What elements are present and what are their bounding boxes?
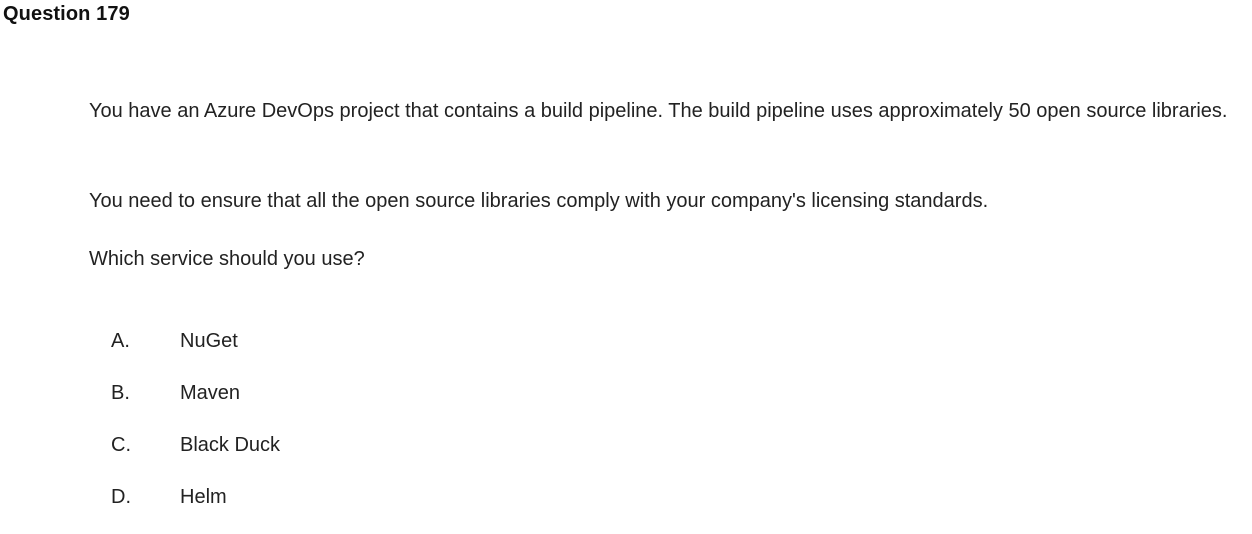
question-body: You have an Azure DevOps project that co… xyxy=(89,95,1249,275)
answer-options: A. NuGet B. Maven C. Black Duck D. Helm xyxy=(111,326,711,534)
option-text: NuGet xyxy=(180,330,238,352)
question-paragraph-scenario: You have an Azure DevOps project that co… xyxy=(89,100,1228,122)
option-letter: A. xyxy=(111,330,130,352)
option-letter: B. xyxy=(111,382,130,404)
option-d[interactable]: D. Helm xyxy=(111,482,711,512)
question-paragraph-prompt: Which service should you use? xyxy=(89,248,365,270)
option-letter: D. xyxy=(111,486,131,508)
option-letter: C. xyxy=(111,434,131,456)
question-paragraph-requirement: You need to ensure that all the open sou… xyxy=(89,190,989,212)
question-title: Question 179 xyxy=(3,3,130,25)
option-text: Maven xyxy=(180,382,241,404)
option-b[interactable]: B. Maven xyxy=(111,378,711,408)
option-text: Black Duck xyxy=(180,434,281,456)
option-text: Helm xyxy=(180,486,227,508)
option-a[interactable]: A. NuGet xyxy=(111,326,711,356)
option-c[interactable]: C. Black Duck xyxy=(111,430,711,460)
